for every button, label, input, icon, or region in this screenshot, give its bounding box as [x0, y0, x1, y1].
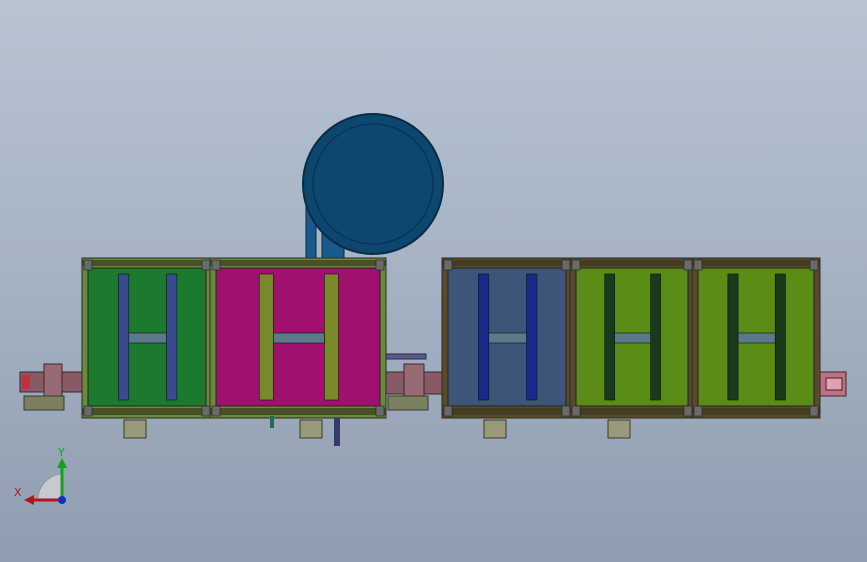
module-4-corner-0	[571, 259, 581, 271]
module-1-bottom-rail	[82, 408, 212, 415]
module-2-crossbar	[273, 332, 325, 344]
module-5-top-rail	[692, 260, 820, 266]
module-2-bar-right	[324, 273, 339, 401]
module-5-bar-left	[727, 273, 739, 401]
support-feet	[123, 416, 631, 446]
module-3-corner-0	[443, 259, 453, 271]
module-4[interactable]	[569, 257, 695, 419]
module-5-crossbar	[737, 332, 776, 344]
triad-arc	[37, 473, 63, 501]
coordinate-triad: Y X	[14, 446, 67, 505]
module-5-corner-1	[809, 259, 819, 271]
module-4-corner-1	[683, 259, 693, 271]
module-3-crossbar	[488, 332, 527, 344]
module-1-bar-left	[118, 273, 130, 401]
module-3-corner-3	[561, 405, 571, 417]
triad-x-arrow-icon	[24, 495, 34, 505]
module-2-corner-1	[375, 259, 385, 271]
module-2-corner-0	[211, 259, 221, 271]
conveyor-right[interactable]	[819, 371, 847, 397]
module-1-bar-right	[166, 273, 178, 401]
module-5-corner-2	[693, 405, 703, 417]
module-1-corner-2	[83, 405, 93, 417]
module-3-top-rail	[442, 260, 572, 266]
module-2-bar-left	[258, 273, 274, 401]
assembly-top-view: Y X	[14, 113, 847, 505]
module-4-bar-right	[650, 273, 661, 401]
module-1[interactable]	[81, 257, 213, 419]
module-1-corner-3	[201, 405, 211, 417]
conveyor-middle[interactable]	[385, 353, 447, 411]
module-4-corner-2	[571, 405, 581, 417]
module-3-bottom-rail	[442, 408, 572, 415]
module-1-crossbar	[128, 332, 167, 344]
module-5-corner-3	[809, 405, 819, 417]
module-1-corner-0	[83, 259, 93, 271]
blower-unit[interactable]	[302, 113, 444, 263]
module-4-bar-left	[604, 273, 616, 401]
module-4-crossbar	[614, 332, 651, 344]
module-5-corner-0	[693, 259, 703, 271]
module-2-corner-2	[211, 405, 221, 417]
module-2-bottom-rail	[210, 408, 386, 415]
module-2-top-rail	[210, 260, 386, 266]
module-3-bar-right	[526, 273, 538, 401]
triad-y-label: Y	[57, 446, 65, 459]
blower-housing	[302, 113, 444, 255]
triad-z-dot	[58, 496, 66, 504]
module-5-bar-right	[774, 273, 786, 401]
module-3-corner-1	[561, 259, 571, 271]
modules-layer	[81, 257, 821, 419]
module-4-top-rail	[570, 260, 694, 266]
module-4-corner-3	[683, 405, 693, 417]
conveyor-left[interactable]	[19, 363, 87, 411]
module-1-corner-1	[201, 259, 211, 271]
module-3-bar-left	[478, 273, 490, 401]
module-2[interactable]	[209, 257, 387, 419]
module-5-bottom-rail	[692, 408, 820, 415]
module-1-top-rail	[82, 260, 212, 266]
triad-x-label: X	[14, 486, 22, 499]
module-3-corner-2	[443, 405, 453, 417]
module-5[interactable]	[691, 257, 821, 419]
module-3[interactable]	[441, 257, 573, 419]
cad-viewport[interactable]: Y X	[0, 0, 867, 562]
triad-y-arrow-icon	[57, 458, 67, 468]
module-2-corner-3	[375, 405, 385, 417]
module-4-bottom-rail	[570, 408, 694, 415]
